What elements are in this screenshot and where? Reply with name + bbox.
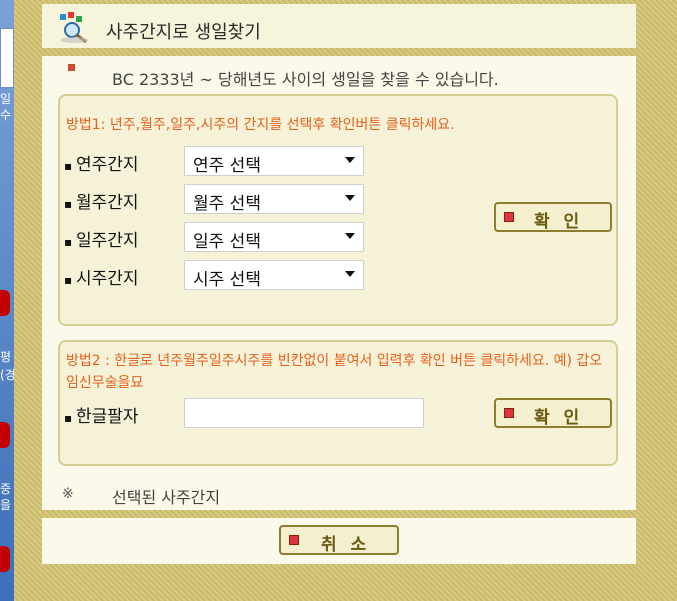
play-icon — [504, 408, 514, 418]
chevron-down-icon — [345, 233, 355, 239]
sidebar-text: (경 — [0, 368, 14, 382]
cancel-button[interactable]: 취 소 — [279, 525, 399, 555]
method2-title: 방법2 : 한글로 년주월주일주시주를 빈칸없이 붙여서 입력후 확인 버튼 클… — [66, 353, 603, 391]
method1-panel: 방법1: 년주,월주,일주,시주의 간지를 선택후 확인버튼 클릭하세요. 연주… — [58, 94, 618, 326]
select-value: 시주 선택 — [193, 270, 261, 290]
birthday-finder-dialog: 사주간지로 생일찾기 BC 2333년 ~ 당해년도 사이의 생일을 찾을 수 … — [42, 0, 636, 601]
sidebar-text: 중 — [0, 482, 12, 496]
sidebar-text: 수 — [0, 108, 12, 122]
select-value: 연주 선택 — [193, 156, 261, 176]
sidebar-text: 일 — [0, 92, 12, 106]
hangul-palja-label: 한글팔자 — [64, 402, 139, 427]
month-pillar-select[interactable]: 월주 선택 — [184, 184, 364, 214]
intro-text: BC 2333년 ~ 당해년도 사이의 생일을 찾을 수 있습니다. — [112, 70, 499, 89]
bullet-icon — [68, 64, 75, 71]
method1-title: 방법1: 년주,월주,일주,시주의 간지를 선택후 확인버튼 클릭하세요. — [66, 117, 455, 133]
chevron-down-icon — [345, 195, 355, 201]
background-window-sidebar: 일 수 평 (경 중 을 — [0, 0, 14, 601]
sidebar-red-icon[interactable] — [0, 422, 10, 448]
year-pillar-select[interactable]: 연주 선택 — [184, 146, 364, 176]
selected-pillars-label: 선택된 사주간지 — [112, 488, 221, 507]
title-bar: 사주간지로 생일찾기 — [42, 4, 636, 48]
year-pillar-label: 연주간지 — [64, 150, 139, 175]
confirm-label: 확 인 — [534, 408, 584, 428]
magnifier-icon — [60, 12, 88, 44]
sidebar-red-icon[interactable] — [0, 290, 10, 316]
hour-pillar-select[interactable]: 시주 선택 — [184, 260, 364, 290]
window-title: 사주간지로 생일찾기 — [106, 22, 261, 43]
chevron-down-icon — [345, 271, 355, 277]
month-pillar-label: 월주간지 — [64, 188, 139, 213]
select-value: 일주 선택 — [193, 232, 261, 252]
method1-confirm-button[interactable]: 확 인 — [494, 202, 612, 232]
sidebar-text: 을 — [0, 498, 12, 512]
play-icon — [504, 212, 514, 222]
method2-panel: 방법2 : 한글로 년주월주일주시주를 빈칸없이 붙여서 입력후 확인 버튼 클… — [58, 340, 618, 466]
confirm-label: 확 인 — [534, 212, 584, 232]
day-pillar-select[interactable]: 일주 선택 — [184, 222, 364, 252]
hangul-palja-input[interactable] — [184, 398, 424, 428]
sidebar-text: 평 — [0, 350, 12, 364]
sidebar-tile[interactable] — [0, 28, 14, 88]
dialog-body: BC 2333년 ~ 당해년도 사이의 생일을 찾을 수 있습니다. 방법1: … — [42, 56, 636, 510]
chevron-down-icon — [345, 157, 355, 163]
dialog-footer: 취 소 — [42, 518, 636, 564]
select-value: 월주 선택 — [193, 194, 261, 214]
play-icon — [289, 535, 299, 545]
reference-mark: ※ — [62, 486, 74, 502]
hour-pillar-label: 시주간지 — [64, 264, 139, 289]
day-pillar-label: 일주간지 — [64, 226, 139, 251]
sidebar-red-icon[interactable] — [0, 546, 10, 572]
method2-confirm-button[interactable]: 확 인 — [494, 398, 612, 428]
cancel-label: 취 소 — [321, 535, 371, 555]
